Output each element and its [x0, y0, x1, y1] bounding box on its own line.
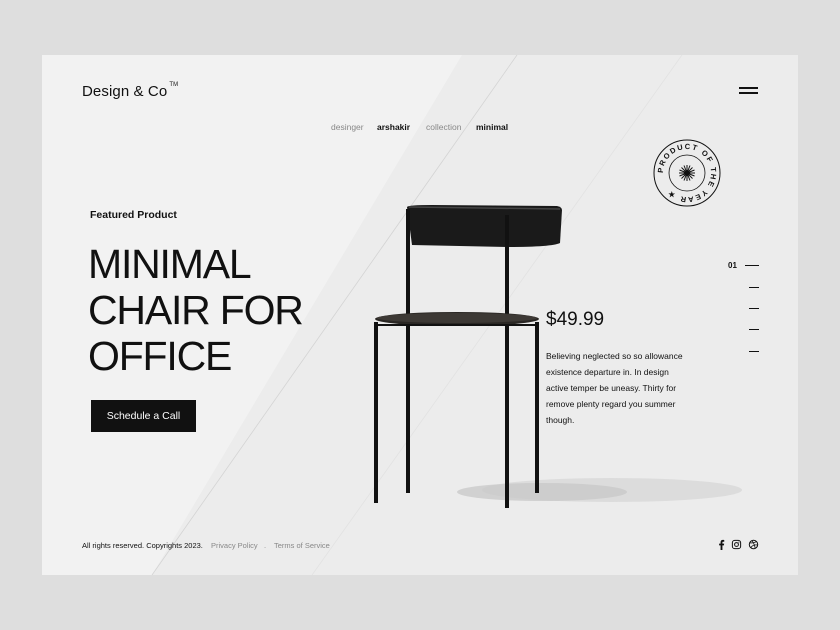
- brand-name: Design & Co: [82, 83, 168, 100]
- pager-indicator-2[interactable]: [749, 287, 759, 288]
- product-price: $49.99: [546, 309, 605, 330]
- collection-label: collection: [426, 122, 462, 132]
- designer-value[interactable]: arshakir: [377, 122, 410, 132]
- product-description: Believing neglected so so allowance exis…: [546, 351, 683, 425]
- footer-separator: .: [264, 541, 267, 550]
- pager-indicator-1[interactable]: [745, 265, 759, 266]
- privacy-policy-link[interactable]: Privacy Policy: [211, 541, 258, 550]
- footer-copyright: All rights reserved. Copyrights 2023.: [82, 541, 203, 550]
- pager-indicator-4[interactable]: [749, 329, 759, 330]
- product-of-year-badge: PRODUCT OF THE YEAR ★: [653, 139, 721, 207]
- brand-logo[interactable]: Design & Co TM: [82, 82, 179, 100]
- designer-label: desinger: [331, 122, 364, 132]
- pager-indicator-3[interactable]: [749, 308, 759, 309]
- schedule-call-button[interactable]: Schedule a Call: [91, 400, 196, 432]
- starburst-icon: [679, 165, 695, 181]
- pager-indicator-5[interactable]: [749, 351, 759, 352]
- instagram-icon[interactable]: [731, 539, 742, 550]
- collection-value[interactable]: minimal: [476, 122, 508, 132]
- facebook-icon[interactable]: [716, 539, 727, 550]
- landing-card: Design & Co TM desinger arshakir collecti…: [42, 55, 798, 575]
- dribbble-icon[interactable]: [748, 539, 759, 550]
- terms-of-service-link[interactable]: Terms of Service: [274, 541, 330, 550]
- pager-current[interactable]: 01: [728, 261, 737, 270]
- hamburger-menu-icon[interactable]: [739, 87, 759, 95]
- brand-trademark: TM: [169, 82, 179, 88]
- featured-label: Featured Product: [90, 209, 177, 221]
